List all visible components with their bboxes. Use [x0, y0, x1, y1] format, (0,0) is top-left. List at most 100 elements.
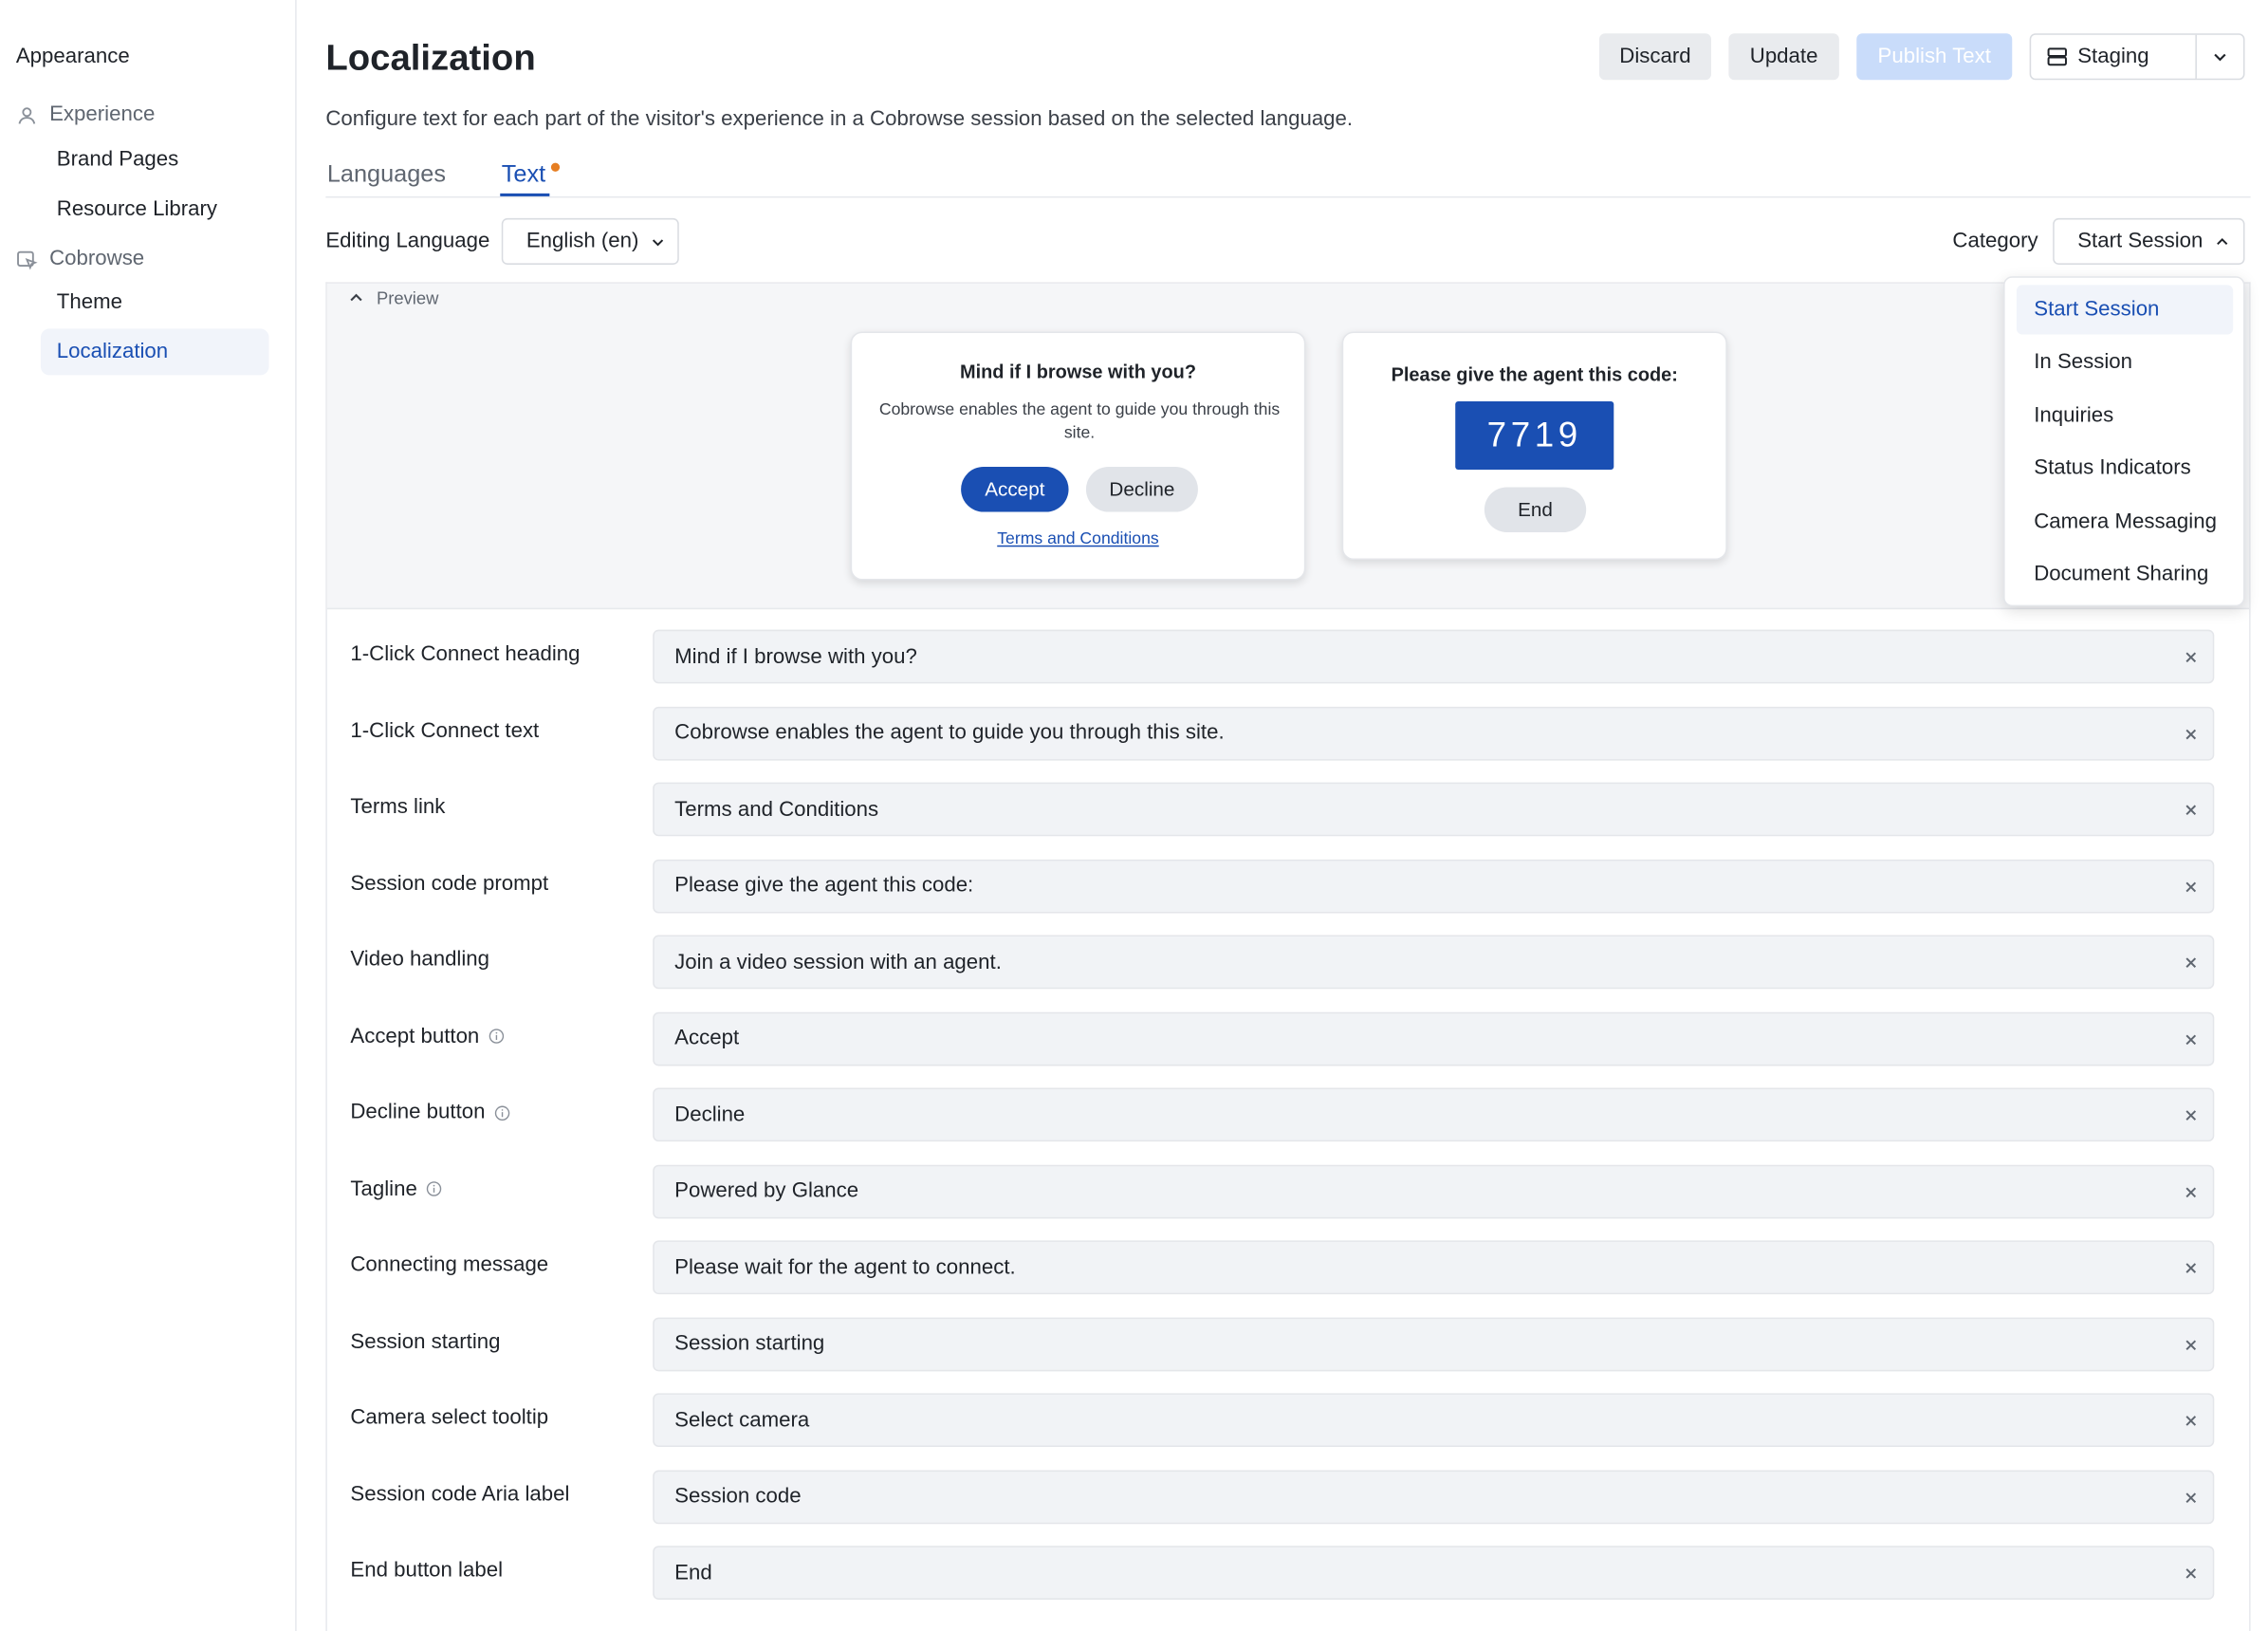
field-label: 1-Click Connect heading	[350, 642, 580, 666]
category-option-status-indicators[interactable]: Status Indicators	[2017, 443, 2233, 492]
field-label: Tagline	[350, 1177, 442, 1200]
sidebar-group-label: Cobrowse	[49, 247, 145, 271]
clear-icon[interactable]	[2183, 878, 2200, 895]
sidebar-item-resource-library[interactable]: Resource Library	[41, 186, 269, 232]
environment-caret[interactable]	[2195, 34, 2243, 79]
text-field-value: End	[674, 1561, 712, 1585]
sidebar-item-localization[interactable]: Localization	[40, 328, 269, 376]
field-label-text: Accept button	[350, 1024, 480, 1048]
clear-icon[interactable]	[2183, 1106, 2200, 1123]
text-field-value: Powered by Glance	[674, 1179, 859, 1203]
text-field-value: Accept	[674, 1027, 740, 1050]
category-select[interactable]: Start Session	[2053, 217, 2245, 265]
text-field[interactable]: Decline	[653, 1087, 2215, 1142]
category-value: Start Session	[2077, 230, 2203, 253]
text-field-value: Session code	[674, 1484, 802, 1509]
terms-preview-link[interactable]: Terms and Conditions	[852, 530, 1304, 547]
field-label-text: Decline button	[350, 1101, 486, 1124]
clear-icon[interactable]	[2183, 1412, 2200, 1429]
field-label-text: Session code prompt	[350, 871, 549, 896]
field-label: Decline button	[350, 1101, 509, 1124]
tabs-divider	[325, 195, 2251, 198]
text-field[interactable]: Select camera	[653, 1393, 2215, 1448]
field-label-text: Camera select tooltip	[350, 1406, 549, 1430]
preview-toggle[interactable]: Preview	[347, 287, 438, 308]
session-code: 7719	[1455, 401, 1614, 471]
clear-icon[interactable]	[2183, 1565, 2200, 1582]
text-field-value: Please wait for the agent to connect.	[674, 1255, 1016, 1280]
sidebar-item-brand-pages[interactable]: Brand Pages	[41, 137, 269, 183]
text-field[interactable]: Accept	[653, 1010, 2215, 1066]
sidebar-item-label: Brand Pages	[56, 148, 179, 172]
category-option-document-sharing[interactable]: Document Sharing	[2017, 549, 2233, 599]
field-label-text: Session code Aria label	[350, 1482, 570, 1507]
text-field[interactable]: Cobrowse enables the agent to guide you …	[653, 706, 2215, 760]
text-field-value: Terms and Conditions	[674, 797, 879, 822]
field-label: Camera select tooltip	[350, 1406, 548, 1430]
category-label: Category	[1952, 230, 2038, 253]
sidebar-group-cobrowse[interactable]: Cobrowse	[16, 247, 145, 271]
page-title: Localization	[325, 37, 536, 79]
text-field-value: Cobrowse enables the agent to guide you …	[674, 721, 1225, 745]
text-field[interactable]: Session starting	[653, 1316, 2215, 1371]
tab-languages[interactable]: Languages	[327, 161, 446, 189]
field-label-text: 1-Click Connect text	[350, 718, 540, 743]
publish-text-button[interactable]: Publish Text	[1856, 33, 2013, 81]
accept-preview-button[interactable]: Accept	[961, 466, 1069, 512]
sidebar-section-title: Appearance	[15, 45, 130, 69]
clear-icon[interactable]	[2183, 1259, 2200, 1276]
category-option-inquiries[interactable]: Inquiries	[2017, 391, 2233, 440]
field-label: Connecting message	[350, 1253, 548, 1277]
clear-icon[interactable]	[2183, 649, 2200, 666]
update-button[interactable]: Update	[1728, 33, 1839, 81]
environment-label-wrap: Staging	[2031, 45, 2196, 69]
field-label: Accept button	[350, 1024, 504, 1048]
text-field[interactable]: Terms and Conditions	[653, 782, 2215, 837]
chevron-up-icon	[2217, 237, 2228, 245]
clear-icon[interactable]	[2183, 954, 2200, 971]
field-label: Session code Aria label	[350, 1483, 569, 1507]
tab-text[interactable]: Text	[502, 161, 545, 189]
text-field[interactable]: Mind if I browse with you?	[653, 629, 2215, 684]
sidebar-group-experience[interactable]: Experience	[16, 103, 155, 126]
text-field-value: Select camera	[674, 1408, 810, 1432]
server-icon	[2047, 47, 2067, 66]
clear-icon[interactable]	[2183, 1030, 2200, 1047]
category-option-camera-messaging[interactable]: Camera Messaging	[2017, 497, 2233, 547]
sidebar-item-theme[interactable]: Theme	[41, 279, 269, 325]
info-icon[interactable]	[488, 1029, 504, 1045]
environment-value: Staging	[2077, 45, 2149, 69]
info-icon[interactable]	[494, 1104, 510, 1121]
text-field-value: Please give the agent this code:	[674, 874, 974, 898]
info-icon[interactable]	[426, 1181, 442, 1197]
field-label: End button label	[350, 1559, 503, 1583]
clear-icon[interactable]	[2183, 802, 2200, 819]
connect-heading: Mind if I browse with you?	[959, 361, 1197, 383]
decline-preview-button[interactable]: Decline	[1085, 466, 1198, 512]
code-prompt: Please give the agent this code:	[1391, 363, 1678, 386]
clear-icon[interactable]	[2183, 725, 2200, 742]
text-field[interactable]: Powered by Glance	[653, 1163, 2215, 1218]
text-field-value: Decline	[674, 1103, 746, 1127]
user-icon	[18, 106, 36, 123]
chevron-down-icon	[2214, 53, 2226, 62]
clear-icon[interactable]	[2183, 1489, 2200, 1506]
text-field[interactable]: Session code	[653, 1469, 2215, 1524]
clear-icon[interactable]	[2183, 1183, 2200, 1200]
field-label-text: Connecting message	[350, 1253, 549, 1277]
text-field[interactable]: Please give the agent this code:	[653, 859, 2215, 913]
category-option-start-session[interactable]: Start Session	[2016, 285, 2234, 335]
text-field[interactable]: Join a video session with an agent.	[653, 935, 2215, 990]
text-field[interactable]: End	[653, 1546, 2215, 1600]
category-option-in-session[interactable]: In Session	[2017, 338, 2233, 387]
tab-active-indicator	[500, 193, 550, 196]
field-label: 1-Click Connect text	[350, 719, 539, 743]
text-field-value: Join a video session with an agent.	[674, 950, 1002, 974]
environment-select[interactable]: Staging	[2029, 33, 2245, 81]
discard-button[interactable]: Discard	[1598, 33, 1711, 81]
clear-icon[interactable]	[2183, 1336, 2200, 1353]
editing-language-label: Editing Language	[325, 230, 490, 253]
editing-language-select[interactable]: English (en)	[501, 217, 679, 265]
text-field[interactable]: Please wait for the agent to connect.	[653, 1240, 2215, 1295]
end-preview-button[interactable]: End	[1484, 487, 1587, 532]
